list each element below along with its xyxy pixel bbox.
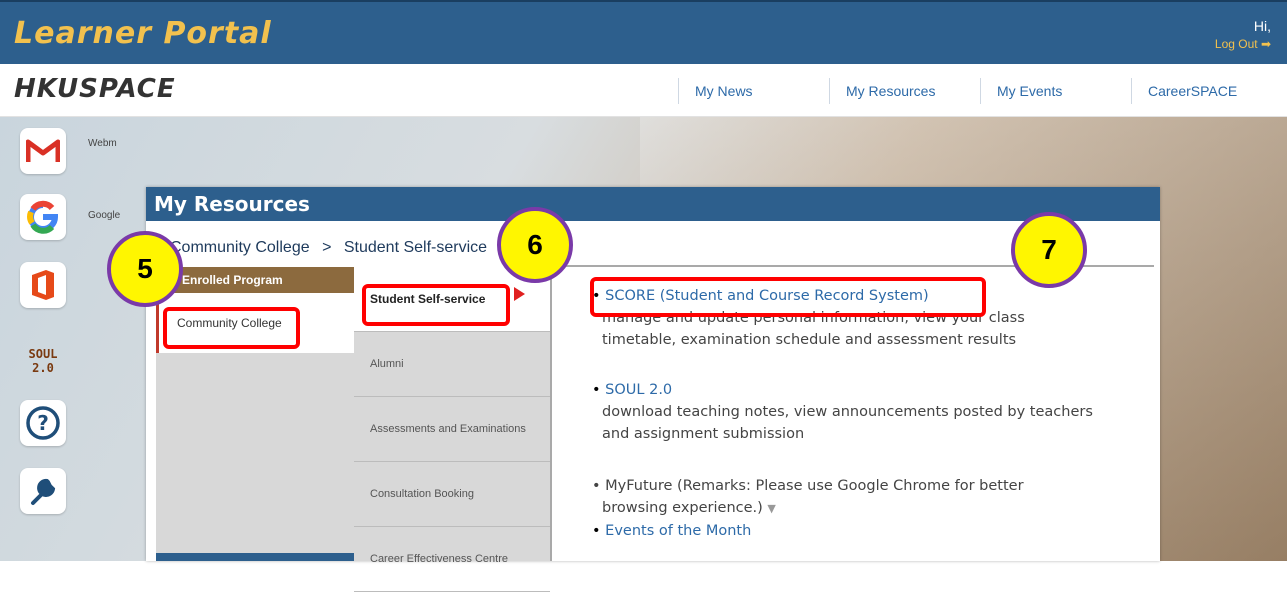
panel-title: My Resources	[146, 187, 1160, 221]
webmail-label: Webm	[88, 138, 117, 149]
highlight-student-self-service	[362, 284, 510, 326]
category-alumni[interactable]: Alumni	[354, 332, 550, 397]
callout-step-5: 5	[107, 231, 183, 307]
soul-icon[interactable]: SOUL 2.0	[20, 338, 66, 384]
myfuture-title-1[interactable]: MyFuture (Remarks: Please use Google Chr…	[605, 478, 1023, 494]
breadcrumb-current: Student Self-service	[343, 239, 488, 256]
google-label: Google	[88, 210, 121, 221]
wrench-icon[interactable]	[20, 468, 66, 514]
portal-header: Learner Portal Hi, Log Out ➡	[0, 0, 1287, 64]
logout-link[interactable]: Log Out ➡	[1215, 37, 1271, 51]
nav-my-news[interactable]: My News	[678, 78, 845, 104]
breadcrumb-separator: >	[322, 239, 332, 256]
expand-caret-icon[interactable]: ▼	[767, 502, 775, 515]
google-icon[interactable]	[20, 194, 66, 240]
highlight-score-link	[590, 277, 986, 317]
svg-text:?: ?	[37, 411, 49, 435]
score-desc-2: timetable, examination schedule and asse…	[602, 332, 1017, 348]
nav-my-events[interactable]: My Events	[980, 78, 1143, 104]
callout-step-6: 6	[497, 207, 573, 283]
soul-desc-2: and assignment submission	[602, 426, 805, 442]
breadcrumb-root[interactable]: Community College	[170, 239, 310, 256]
my-resources-panel: My Resources Community College > Student…	[146, 187, 1160, 592]
callout-step-7: 7	[1011, 212, 1087, 288]
soul-link[interactable]: SOUL 2.0	[605, 382, 672, 398]
nav-my-resources[interactable]: My Resources	[829, 78, 992, 104]
gmail-icon[interactable]	[20, 128, 66, 174]
portal-title: Learner Portal	[14, 16, 272, 51]
user-greeting: Hi,	[1253, 18, 1271, 34]
breadcrumb: Community College > Student Self-service	[170, 239, 487, 257]
resource-myfuture: • MyFuture (Remarks: Please use Google C…	[592, 478, 1024, 539]
help-icon[interactable]: ?	[20, 400, 66, 446]
main-nav: HKUSPACE My News My Resources My Events …	[0, 64, 1287, 117]
logout-icon[interactable]: ➡	[1261, 37, 1271, 51]
soul-desc-1: download teaching notes, view announceme…	[602, 404, 1093, 420]
myfuture-title-2[interactable]: browsing experience.)	[602, 500, 763, 516]
selected-arrow-icon	[514, 287, 525, 301]
program-column-footer	[156, 553, 354, 561]
resource-soul: • SOUL 2.0 download teaching notes, view…	[592, 379, 1093, 445]
program-header: Enrolled Program	[156, 267, 354, 293]
events-link[interactable]: Events of the Month	[605, 523, 751, 539]
category-consultation-booking[interactable]: Consultation Booking	[354, 462, 550, 527]
highlight-community-college	[163, 307, 300, 349]
office-icon[interactable]	[20, 262, 66, 308]
hkuspace-logo[interactable]: HKUSPACE	[14, 74, 176, 104]
category-career-effectiveness[interactable]: Career Effectiveness Centre	[354, 527, 550, 592]
nav-careerspace[interactable]: CareerSPACE	[1131, 78, 1287, 104]
logout-label[interactable]: Log Out	[1215, 37, 1258, 51]
category-assessments[interactable]: Assessments and Examinations	[354, 397, 550, 462]
